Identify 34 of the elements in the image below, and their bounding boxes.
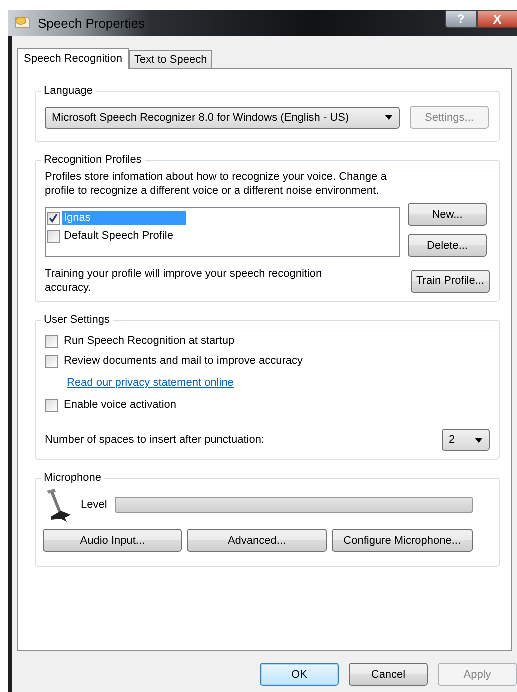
new-button[interactable]: New... [408,203,487,226]
dialog-button[interactable]: OK [260,663,339,686]
checkbox[interactable] [47,230,60,242]
recognizer-dropdown[interactable]: Microsoft Speech Recognizer 8.0 for Windows (English - US) [45,106,400,128]
caret-icon [475,438,483,442]
spaces-label: Number of spaces to insert after punctuation: [45,434,265,446]
tab[interactable]: Text to Speech [129,50,212,68]
checkbox[interactable] [45,398,58,412]
checkbox[interactable] [47,212,60,224]
group-title: Microphone [44,472,102,484]
checkbox[interactable] [45,334,58,348]
dialog-button[interactable]: Cancel [349,663,428,686]
checkbox-label: Review documents and mail to improve accuracy [64,355,304,367]
level-label: Level [81,499,108,511]
delete-button[interactable]: Delete... [408,234,487,257]
spaces-dropdown[interactable]: 2 [442,429,490,451]
caret-icon [385,115,393,120]
profile-item[interactable]: Default Speech Profile [62,229,186,243]
group-title: Language [44,85,93,97]
audio-input-button[interactable]: Audio Input... [43,529,182,552]
tab[interactable]: Speech Recognition [17,48,130,69]
checkbox-label: Enable voice activation [64,399,177,411]
training-text: Training your profile will improve your speech recognition accuracy. [45,267,324,295]
advanced-button[interactable]: Advanced... [187,529,327,552]
checkbox[interactable] [45,354,58,368]
group-title: Recognition Profiles [44,154,142,166]
privacy-link[interactable]: Read our privacy statement online [67,377,234,389]
speech-bubble-icon [14,15,32,31]
train-profile-button[interactable]: Train Profile... [411,270,490,292]
description-text: Profiles store infomation about how to recognize your voice. Change a profile to recognize a different voice or a different noise environment. [45,170,388,198]
configure-microphone-button[interactable]: Configure Microphone... [332,529,474,552]
group-title: User Settings [44,314,110,326]
window-title: Speech Properties [38,16,145,30]
checkbox-label: Run Speech Recognition at startup [64,335,235,347]
